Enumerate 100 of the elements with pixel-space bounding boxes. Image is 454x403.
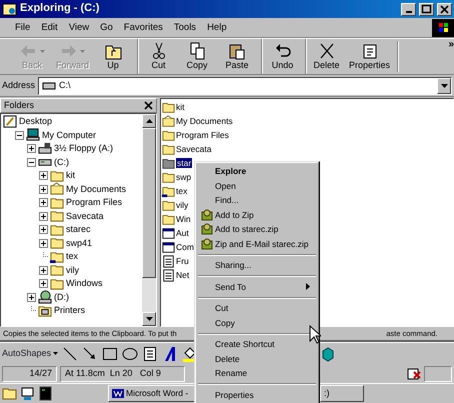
tree-item[interactable]: Printers — [54, 305, 86, 316]
folder-icon[interactable] — [2, 386, 17, 400]
address-label: Address — [2, 80, 36, 91]
copy-button[interactable]: Copy — [177, 39, 218, 74]
menu-item[interactable]: Zip and E-Mail starec.zip — [198, 236, 316, 251]
tree-item[interactable]: kit — [66, 170, 75, 182]
status-panel — [424, 366, 452, 382]
menu-item[interactable]: Delete — [198, 352, 316, 366]
tree-item[interactable]: My Computer — [42, 130, 96, 141]
tree-item[interactable]: My Documents — [66, 184, 126, 195]
scroll-down-icon[interactable] — [146, 317, 152, 321]
tree-item[interactable]: Savecata — [66, 210, 104, 222]
menu-item[interactable]: Favorites — [118, 22, 168, 34]
collapse-icon[interactable] — [15, 130, 24, 140]
zip-icon — [201, 238, 213, 250]
rectangle-tool-icon[interactable] — [102, 346, 118, 362]
menu-item[interactable]: Find... — [198, 193, 316, 208]
oval-tool-icon[interactable] — [122, 346, 138, 362]
folder-icon — [162, 156, 175, 170]
scroll-up-icon[interactable] — [146, 119, 152, 123]
expand-icon[interactable] — [39, 279, 48, 288]
tree-item[interactable]: (D:) — [54, 292, 69, 303]
dropdown-button[interactable] — [437, 78, 451, 94]
tree-item[interactable]: (C:) — [54, 156, 69, 168]
expand-icon[interactable] — [39, 238, 48, 248]
tree-item[interactable]: tex — [66, 251, 78, 262]
file-name[interactable]: My Documents — [176, 116, 233, 126]
delete-button[interactable]: Delete — [305, 39, 346, 74]
file-name[interactable]: Com — [176, 242, 194, 252]
file-name[interactable]: vily — [176, 200, 188, 210]
tree-item[interactable]: swp41 — [66, 238, 92, 249]
printers-folder-icon — [38, 304, 52, 318]
file-name[interactable]: Fru — [176, 256, 189, 266]
expand-icon[interactable] — [27, 144, 36, 154]
file-name[interactable]: kit — [176, 102, 184, 112]
menu-item[interactable]: Copy — [198, 316, 316, 330]
folder-icon — [50, 236, 64, 250]
address-field[interactable]: C:\ — [38, 76, 452, 94]
cut-button[interactable]: Cut — [137, 39, 178, 74]
file-name[interactable]: Program Files — [176, 130, 229, 140]
taskbar-button[interactable]: :) — [320, 384, 364, 402]
menu-item[interactable]: Go — [95, 22, 118, 34]
menu-item[interactable]: Tools — [168, 22, 202, 34]
menu-item[interactable]: Rename — [198, 366, 316, 380]
maximize-button[interactable] — [419, 2, 434, 16]
expand-icon[interactable] — [39, 184, 48, 194]
cd-drive-icon — [38, 290, 52, 304]
expand-icon[interactable] — [39, 266, 48, 275]
expand-icon[interactable] — [39, 171, 48, 180]
file-name[interactable]: swp — [176, 172, 192, 182]
menu-item[interactable]: Properties — [198, 388, 316, 402]
menu-item[interactable]: Help — [202, 22, 232, 34]
file-name[interactable]: Savecata — [176, 144, 212, 154]
tree-item[interactable]: Desktop — [19, 116, 52, 128]
folder-icon — [162, 198, 175, 212]
menu-item[interactable]: Sharing... — [198, 258, 316, 272]
line-tool-icon[interactable] — [62, 346, 78, 362]
menu-item[interactable]: Add to starec.zip — [198, 222, 316, 236]
expand-icon[interactable] — [39, 225, 48, 234]
folder-icon — [50, 196, 64, 210]
pane-title: Folders — [4, 100, 34, 111]
close-icon[interactable] — [144, 101, 153, 110]
tree-item[interactable]: 3½ Floppy (A:) — [54, 143, 114, 154]
folder-icon — [50, 168, 64, 183]
network-icon[interactable] — [20, 386, 35, 400]
tree-item[interactable]: starec — [66, 224, 91, 236]
menu-item[interactable]: Edit — [36, 22, 63, 34]
up-button[interactable]: Up — [93, 39, 134, 74]
cursor-position: At 11.8cm Ln 20 Col 9 — [60, 366, 185, 382]
file-name[interactable]: star — [176, 158, 192, 168]
file-name[interactable]: tex — [176, 186, 188, 196]
tree-item[interactable]: Windows — [66, 278, 103, 290]
text-box-tool-icon[interactable] — [142, 346, 158, 362]
paste-button[interactable]: Paste — [217, 39, 258, 74]
undo-button[interactable]: Undo — [261, 39, 302, 74]
menu-item[interactable]: Add to Zip — [198, 208, 316, 222]
autoshapes-button[interactable]: AutoShapes — [2, 346, 58, 360]
collapse-icon[interactable] — [27, 158, 36, 167]
3d-tool-icon[interactable] — [320, 346, 336, 362]
menu-item[interactable]: Cut — [198, 301, 316, 316]
tree-item[interactable]: Program Files — [66, 197, 122, 208]
expand-icon[interactable] — [27, 292, 36, 302]
terminal-icon[interactable] — [38, 386, 53, 400]
file-name[interactable]: Net — [176, 270, 190, 280]
menu-item[interactable]: File — [10, 22, 36, 34]
file-name[interactable]: Aut — [176, 228, 189, 238]
menu-item[interactable]: Explore — [198, 164, 316, 178]
toolbar-more-button[interactable]: » — [448, 39, 454, 51]
folder-icon — [162, 170, 175, 184]
properties-button[interactable]: Properties — [345, 39, 394, 74]
expand-icon[interactable] — [39, 212, 48, 221]
minimize-button[interactable] — [401, 2, 416, 16]
scrollbar[interactable] — [142, 114, 156, 326]
file-name[interactable]: Win — [176, 214, 191, 224]
expand-icon[interactable] — [39, 198, 48, 208]
menu-item[interactable]: View — [64, 22, 94, 34]
tree-item[interactable]: vily — [66, 264, 79, 276]
menu-item[interactable]: Send To — [198, 280, 316, 294]
close-button[interactable] — [437, 2, 452, 16]
menu-item[interactable]: Open — [198, 178, 316, 193]
